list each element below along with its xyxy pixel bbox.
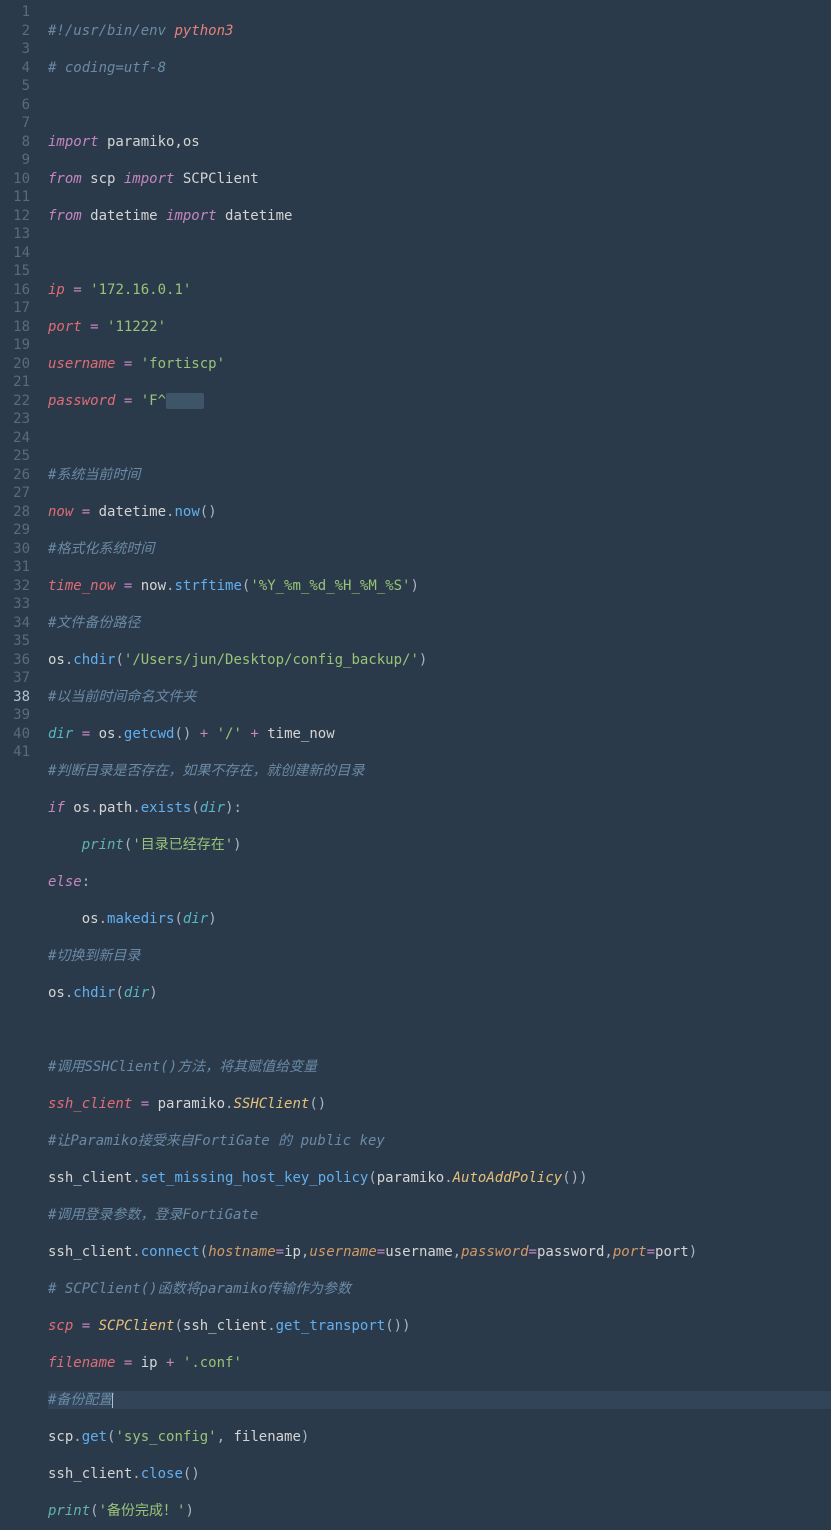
code-line[interactable]: #系统当前时间 [48,466,831,485]
line-number: 19 [0,336,30,355]
line-number: 3 [0,40,30,59]
line-number: 32 [0,577,30,596]
code-line[interactable]: print('备份完成！') [48,1502,831,1521]
line-number: 4 [0,59,30,78]
code-area[interactable]: #!/usr/bin/env python3 # coding=utf-8 im… [40,0,831,1530]
line-number: 8 [0,133,30,152]
redacted-password: xxxx [166,393,204,409]
code-line[interactable]: from datetime import datetime [48,207,831,226]
line-number: 10 [0,170,30,189]
line-number: 25 [0,447,30,466]
line-number: 15 [0,262,30,281]
line-number: 34 [0,614,30,633]
line-number: 36 [0,651,30,670]
code-line[interactable]: ssh_client.close() [48,1465,831,1484]
line-number: 1 [0,3,30,22]
line-number-current: 38 [0,688,30,707]
line-number-gutter: 1 2 3 4 5 6 7 8 9 10 11 12 13 14 15 16 1… [0,0,40,1530]
line-number: 21 [0,373,30,392]
line-number: 41 [0,743,30,762]
code-line[interactable]: #以当前时间命名文件夹 [48,688,831,707]
code-line[interactable]: now = datetime.now() [48,503,831,522]
line-number: 20 [0,355,30,374]
code-line[interactable]: os.chdir('/Users/jun/Desktop/config_back… [48,651,831,670]
code-line[interactable]: print('目录已经存在') [48,836,831,855]
line-number: 13 [0,225,30,244]
code-line[interactable]: port = '11222' [48,318,831,337]
line-number: 27 [0,484,30,503]
code-line[interactable] [48,96,831,115]
line-number: 35 [0,632,30,651]
code-line[interactable]: ssh_client = paramiko.SSHClient() [48,1095,831,1114]
line-number: 40 [0,725,30,744]
code-line[interactable]: #调用登录参数，登录FortiGate [48,1206,831,1225]
line-number: 12 [0,207,30,226]
code-line[interactable]: # coding=utf-8 [48,59,831,78]
code-line[interactable]: filename = ip + '.conf' [48,1354,831,1373]
code-line[interactable]: # SCPClient()函数将paramiko传输作为参数 [48,1280,831,1299]
line-number: 37 [0,669,30,688]
line-number: 16 [0,281,30,300]
line-number: 2 [0,22,30,41]
code-line[interactable]: time_now = now.strftime('%Y_%m_%d_%H_%M_… [48,577,831,596]
code-line[interactable]: username = 'fortiscp' [48,355,831,374]
code-line[interactable]: import paramiko,os [48,133,831,152]
code-line[interactable]: if os.path.exists(dir): [48,799,831,818]
code-line[interactable]: ip = '172.16.0.1' [48,281,831,300]
code-line[interactable]: #调用SSHClient()方法，将其赋值给变量 [48,1058,831,1077]
code-line[interactable]: #判断目录是否存在，如果不存在，就创建新的目录 [48,762,831,781]
code-line[interactable]: else: [48,873,831,892]
code-line[interactable]: scp.get('sys_config', filename) [48,1428,831,1447]
code-line-current[interactable]: #备份配置 [48,1391,831,1410]
line-number: 7 [0,114,30,133]
line-number: 14 [0,244,30,263]
line-number: 28 [0,503,30,522]
line-number: 31 [0,558,30,577]
line-number: 17 [0,299,30,318]
code-line[interactable]: #!/usr/bin/env python3 [48,22,831,41]
code-editor[interactable]: 1 2 3 4 5 6 7 8 9 10 11 12 13 14 15 16 1… [0,0,831,1530]
code-line[interactable]: os.makedirs(dir) [48,910,831,929]
line-number: 30 [0,540,30,559]
code-line[interactable]: #格式化系统时间 [48,540,831,559]
line-number: 24 [0,429,30,448]
code-line[interactable] [48,429,831,448]
code-line[interactable] [48,1021,831,1040]
code-line[interactable] [48,244,831,263]
line-number: 33 [0,595,30,614]
code-line[interactable]: #切换到新目录 [48,947,831,966]
code-line[interactable]: password = 'F^xxxx [48,392,831,411]
line-number: 6 [0,96,30,115]
line-number: 5 [0,77,30,96]
code-line[interactable]: #文件备份路径 [48,614,831,633]
line-number: 9 [0,151,30,170]
code-line[interactable]: from scp import SCPClient [48,170,831,189]
line-number: 29 [0,521,30,540]
line-number: 22 [0,392,30,411]
text-cursor [112,1393,113,1408]
line-number: 11 [0,188,30,207]
code-line[interactable]: dir = os.getcwd() + '/' + time_now [48,725,831,744]
code-line[interactable]: scp = SCPClient(ssh_client.get_transport… [48,1317,831,1336]
code-line[interactable]: os.chdir(dir) [48,984,831,1003]
code-line[interactable]: ssh_client.set_missing_host_key_policy(p… [48,1169,831,1188]
line-number: 23 [0,410,30,429]
line-number: 26 [0,466,30,485]
code-line[interactable]: ssh_client.connect(hostname=ip,username=… [48,1243,831,1262]
line-number: 18 [0,318,30,337]
line-number: 39 [0,706,30,725]
code-line[interactable]: #让Paramiko接受来自FortiGate 的 public key [48,1132,831,1151]
